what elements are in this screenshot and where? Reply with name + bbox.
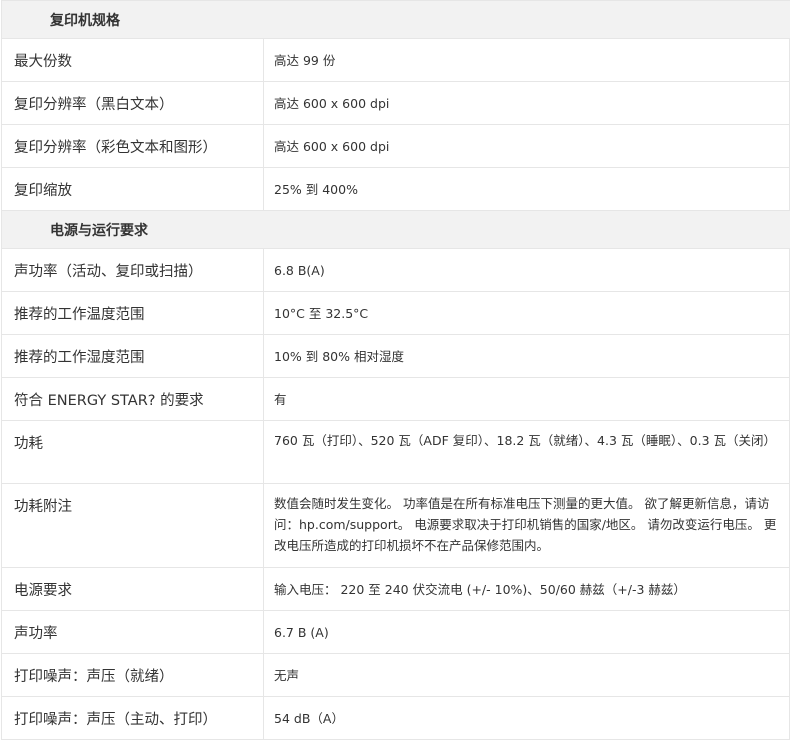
table-row: 功耗附注 数值会随时发生变化。 功率值是在所有标准电压下测量的更大值。 欲了解更…	[2, 484, 790, 568]
row-label: 声功率（活动、复印或扫描）	[2, 249, 264, 291]
row-value: 760 瓦（打印）、520 瓦（ADF 复印）、18.2 瓦（就绪）、4.3 瓦…	[264, 421, 790, 483]
row-label: 打印噪声：声压（就绪）	[2, 654, 264, 696]
table-row: 功耗 760 瓦（打印）、520 瓦（ADF 复印）、18.2 瓦（就绪）、4.…	[2, 421, 790, 484]
table-row: 声功率 6.7 B (A)	[2, 611, 790, 654]
row-label: 复印缩放	[2, 168, 264, 210]
table-row: 最大份数 高达 99 份	[2, 39, 790, 82]
row-value: 输入电压： 220 至 240 伏交流电 (+/- 10%)、50/60 赫兹（…	[264, 568, 790, 610]
table-row: 电源要求 输入电压： 220 至 240 伏交流电 (+/- 10%)、50/6…	[2, 568, 790, 611]
table-row: 打印噪声：声压（主动、打印） 54 dB（A）	[2, 697, 790, 740]
row-value: 高达 600 x 600 dpi	[264, 82, 790, 124]
table-row: 推荐的工作温度范围 10°C 至 32.5°C	[2, 292, 790, 335]
row-label: 最大份数	[2, 39, 264, 81]
row-value: 10% 到 80% 相对湿度	[264, 335, 790, 377]
row-label: 功耗附注	[2, 484, 264, 567]
row-label: 推荐的工作湿度范围	[2, 335, 264, 377]
table-row: 打印噪声：声压（就绪） 无声	[2, 654, 790, 697]
row-label: 打印噪声：声压（主动、打印）	[2, 697, 264, 739]
row-value: 数值会随时发生变化。 功率值是在所有标准电压下测量的更大值。 欲了解更新信息，请…	[264, 484, 790, 567]
row-label: 复印分辨率（黑白文本）	[2, 82, 264, 124]
spec-table: 复印机规格 最大份数 高达 99 份 复印分辨率（黑白文本） 高达 600 x …	[1, 0, 790, 740]
section-header-copier-specs: 复印机规格	[2, 1, 790, 39]
row-value: 高达 600 x 600 dpi	[264, 125, 790, 167]
row-value: 25% 到 400%	[264, 168, 790, 210]
row-label: 推荐的工作温度范围	[2, 292, 264, 334]
table-row: 复印缩放 25% 到 400%	[2, 168, 790, 211]
table-row: 符合 ENERGY STAR? 的要求 有	[2, 378, 790, 421]
table-row: 复印分辨率（彩色文本和图形） 高达 600 x 600 dpi	[2, 125, 790, 168]
table-row: 复印分辨率（黑白文本） 高达 600 x 600 dpi	[2, 82, 790, 125]
table-row: 推荐的工作湿度范围 10% 到 80% 相对湿度	[2, 335, 790, 378]
row-label: 声功率	[2, 611, 264, 653]
row-label: 电源要求	[2, 568, 264, 610]
row-value: 有	[264, 378, 790, 420]
row-value: 6.7 B (A)	[264, 611, 790, 653]
row-label: 复印分辨率（彩色文本和图形）	[2, 125, 264, 167]
row-value: 10°C 至 32.5°C	[264, 292, 790, 334]
section-header-power-requirements: 电源与运行要求	[2, 211, 790, 249]
row-value: 无声	[264, 654, 790, 696]
row-value: 高达 99 份	[264, 39, 790, 81]
table-row: 声功率（活动、复印或扫描） 6.8 B(A)	[2, 249, 790, 292]
row-value: 54 dB（A）	[264, 697, 790, 739]
row-label: 功耗	[2, 421, 264, 483]
row-label: 符合 ENERGY STAR? 的要求	[2, 378, 264, 420]
row-value: 6.8 B(A)	[264, 249, 790, 291]
